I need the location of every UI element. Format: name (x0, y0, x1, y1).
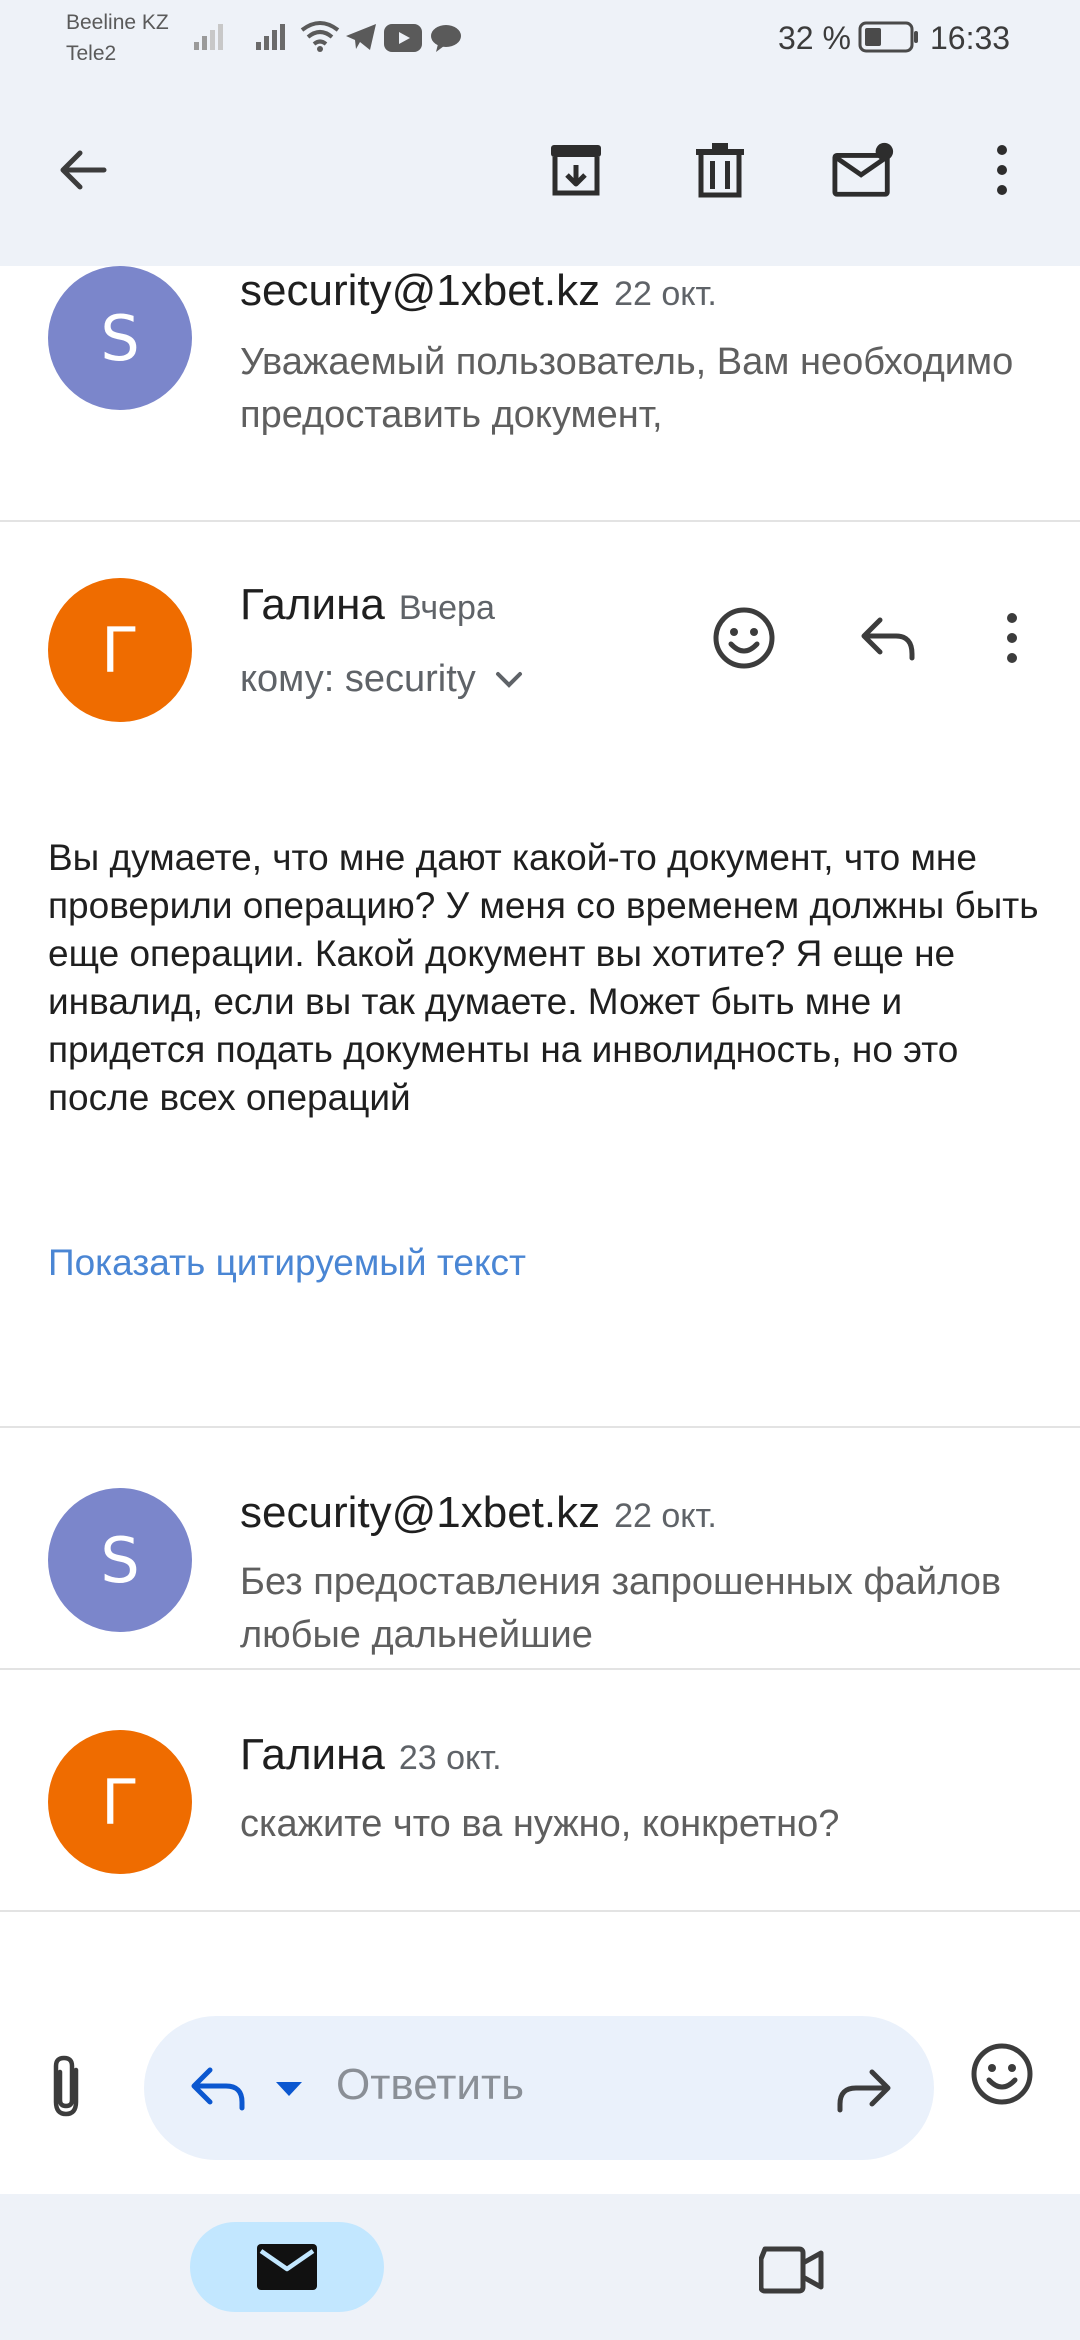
add-reaction-button[interactable] (704, 598, 784, 678)
sender-name: security@1xbet.kz (240, 266, 601, 315)
expanded-message: Г Галина Вчера кому: security Вы думаете… (0, 522, 1080, 1428)
reply-button[interactable] (848, 598, 928, 678)
recipient-label: кому: security (240, 658, 476, 700)
sender-row: security@1xbet.kz 22 окт. (240, 1488, 717, 1538)
collapsed-message[interactable]: S security@1xbet.kz 22 окт. Без предостав… (0, 1428, 1080, 1670)
message-snippet: скажите что ва нужно, конкретно? (240, 1803, 840, 1845)
delete-button[interactable] (688, 138, 752, 202)
emoji-icon (971, 2043, 1033, 2105)
more-vert-icon (997, 145, 1007, 195)
chevron-down-icon (495, 671, 522, 688)
video-call-icon (759, 2246, 824, 2294)
avatar: S (48, 1488, 192, 1632)
carrier-name-2: Tele2 (66, 42, 117, 65)
attachment-icon (53, 2055, 79, 2117)
nav-mail-tab[interactable] (190, 2222, 384, 2312)
clock: 16:33 (930, 20, 1011, 56)
mark-unread-button[interactable] (832, 138, 896, 202)
archive-button[interactable] (544, 138, 608, 202)
emoji-icon (713, 607, 775, 669)
recipient-toggle[interactable]: кому: security (240, 658, 524, 701)
back-arrow-icon (60, 150, 107, 190)
collapsed-message[interactable]: Г Галина 23 окт. скажите что ва нужно, ко… (0, 1670, 1080, 1912)
mark-unread-icon (832, 142, 894, 197)
sender-row: Галина 23 окт. (240, 1730, 502, 1780)
reply-field[interactable]: Ответить (144, 2016, 934, 2160)
message-date: 22 окт. (614, 275, 717, 313)
sender-name: security@1xbet.kz (240, 1488, 601, 1537)
avatar: Г (48, 578, 192, 722)
signal-strength-icon (256, 24, 285, 50)
collapsed-message[interactable]: S security@1xbet.kz 22 окт. Уважаемый пол… (0, 266, 1080, 522)
reply-icon (861, 617, 915, 661)
status-bar: Beeline KZ Tele2 32 % 16:33 (0, 0, 1080, 80)
carrier-name-1: Beeline KZ (66, 11, 169, 34)
reply-bar: Ответить (0, 1982, 1080, 2192)
avatar: Г (48, 1730, 192, 1874)
message-body: Вы думаете, что мне дают какой-то докуме… (48, 837, 1039, 1118)
reply-emoji-button[interactable] (970, 2042, 1034, 2111)
more-options-button[interactable] (970, 138, 1034, 202)
reply-placeholder: Ответить (336, 2060, 525, 2109)
delete-icon (696, 143, 744, 198)
attach-button[interactable] (40, 2052, 96, 2125)
archive-icon (551, 145, 601, 196)
messenger-icon (431, 25, 461, 52)
message-more-button[interactable] (972, 598, 1052, 678)
signal-strength-icon (194, 24, 223, 50)
sender-name: Галина (240, 1730, 385, 1779)
message-date: 22 окт. (614, 1497, 717, 1535)
reply-icon (191, 2067, 245, 2111)
avatar: S (48, 266, 192, 410)
back-button[interactable] (50, 138, 114, 202)
youtube-icon (384, 24, 422, 52)
mail-icon (257, 2244, 317, 2290)
sender-row[interactable]: Галина Вчера (240, 580, 495, 630)
more-vert-icon (1007, 613, 1017, 663)
wifi-icon (300, 21, 340, 52)
message-snippet: Уважаемый пользователь, Вам необходимо п… (240, 341, 1014, 436)
sender-row: security@1xbet.kz 22 окт. (240, 266, 717, 316)
nav-meet-tab[interactable] (752, 2230, 832, 2310)
top-bar: Beeline KZ Tele2 32 % 16:33 (0, 0, 1080, 266)
app-bar (0, 120, 1080, 220)
sender-name: Галина (240, 580, 385, 629)
telegram-icon (346, 24, 376, 50)
bottom-navigation (0, 2194, 1080, 2340)
dropdown-arrow-icon[interactable] (274, 2080, 304, 2098)
message-snippet: Без предоставления запрошенных файлов лю… (240, 1561, 1002, 1656)
message-date: 23 окт. (398, 1739, 502, 1777)
show-quoted-text-link[interactable]: Показать цитируемый текст (48, 1242, 526, 1284)
forward-icon[interactable] (834, 2066, 894, 2114)
message-date: Вчера (398, 589, 495, 627)
battery-icon (858, 21, 918, 53)
battery-percent: 32 % (778, 20, 851, 56)
email-thread: S security@1xbet.kz 22 окт. Уважаемый пол… (0, 266, 1080, 1980)
